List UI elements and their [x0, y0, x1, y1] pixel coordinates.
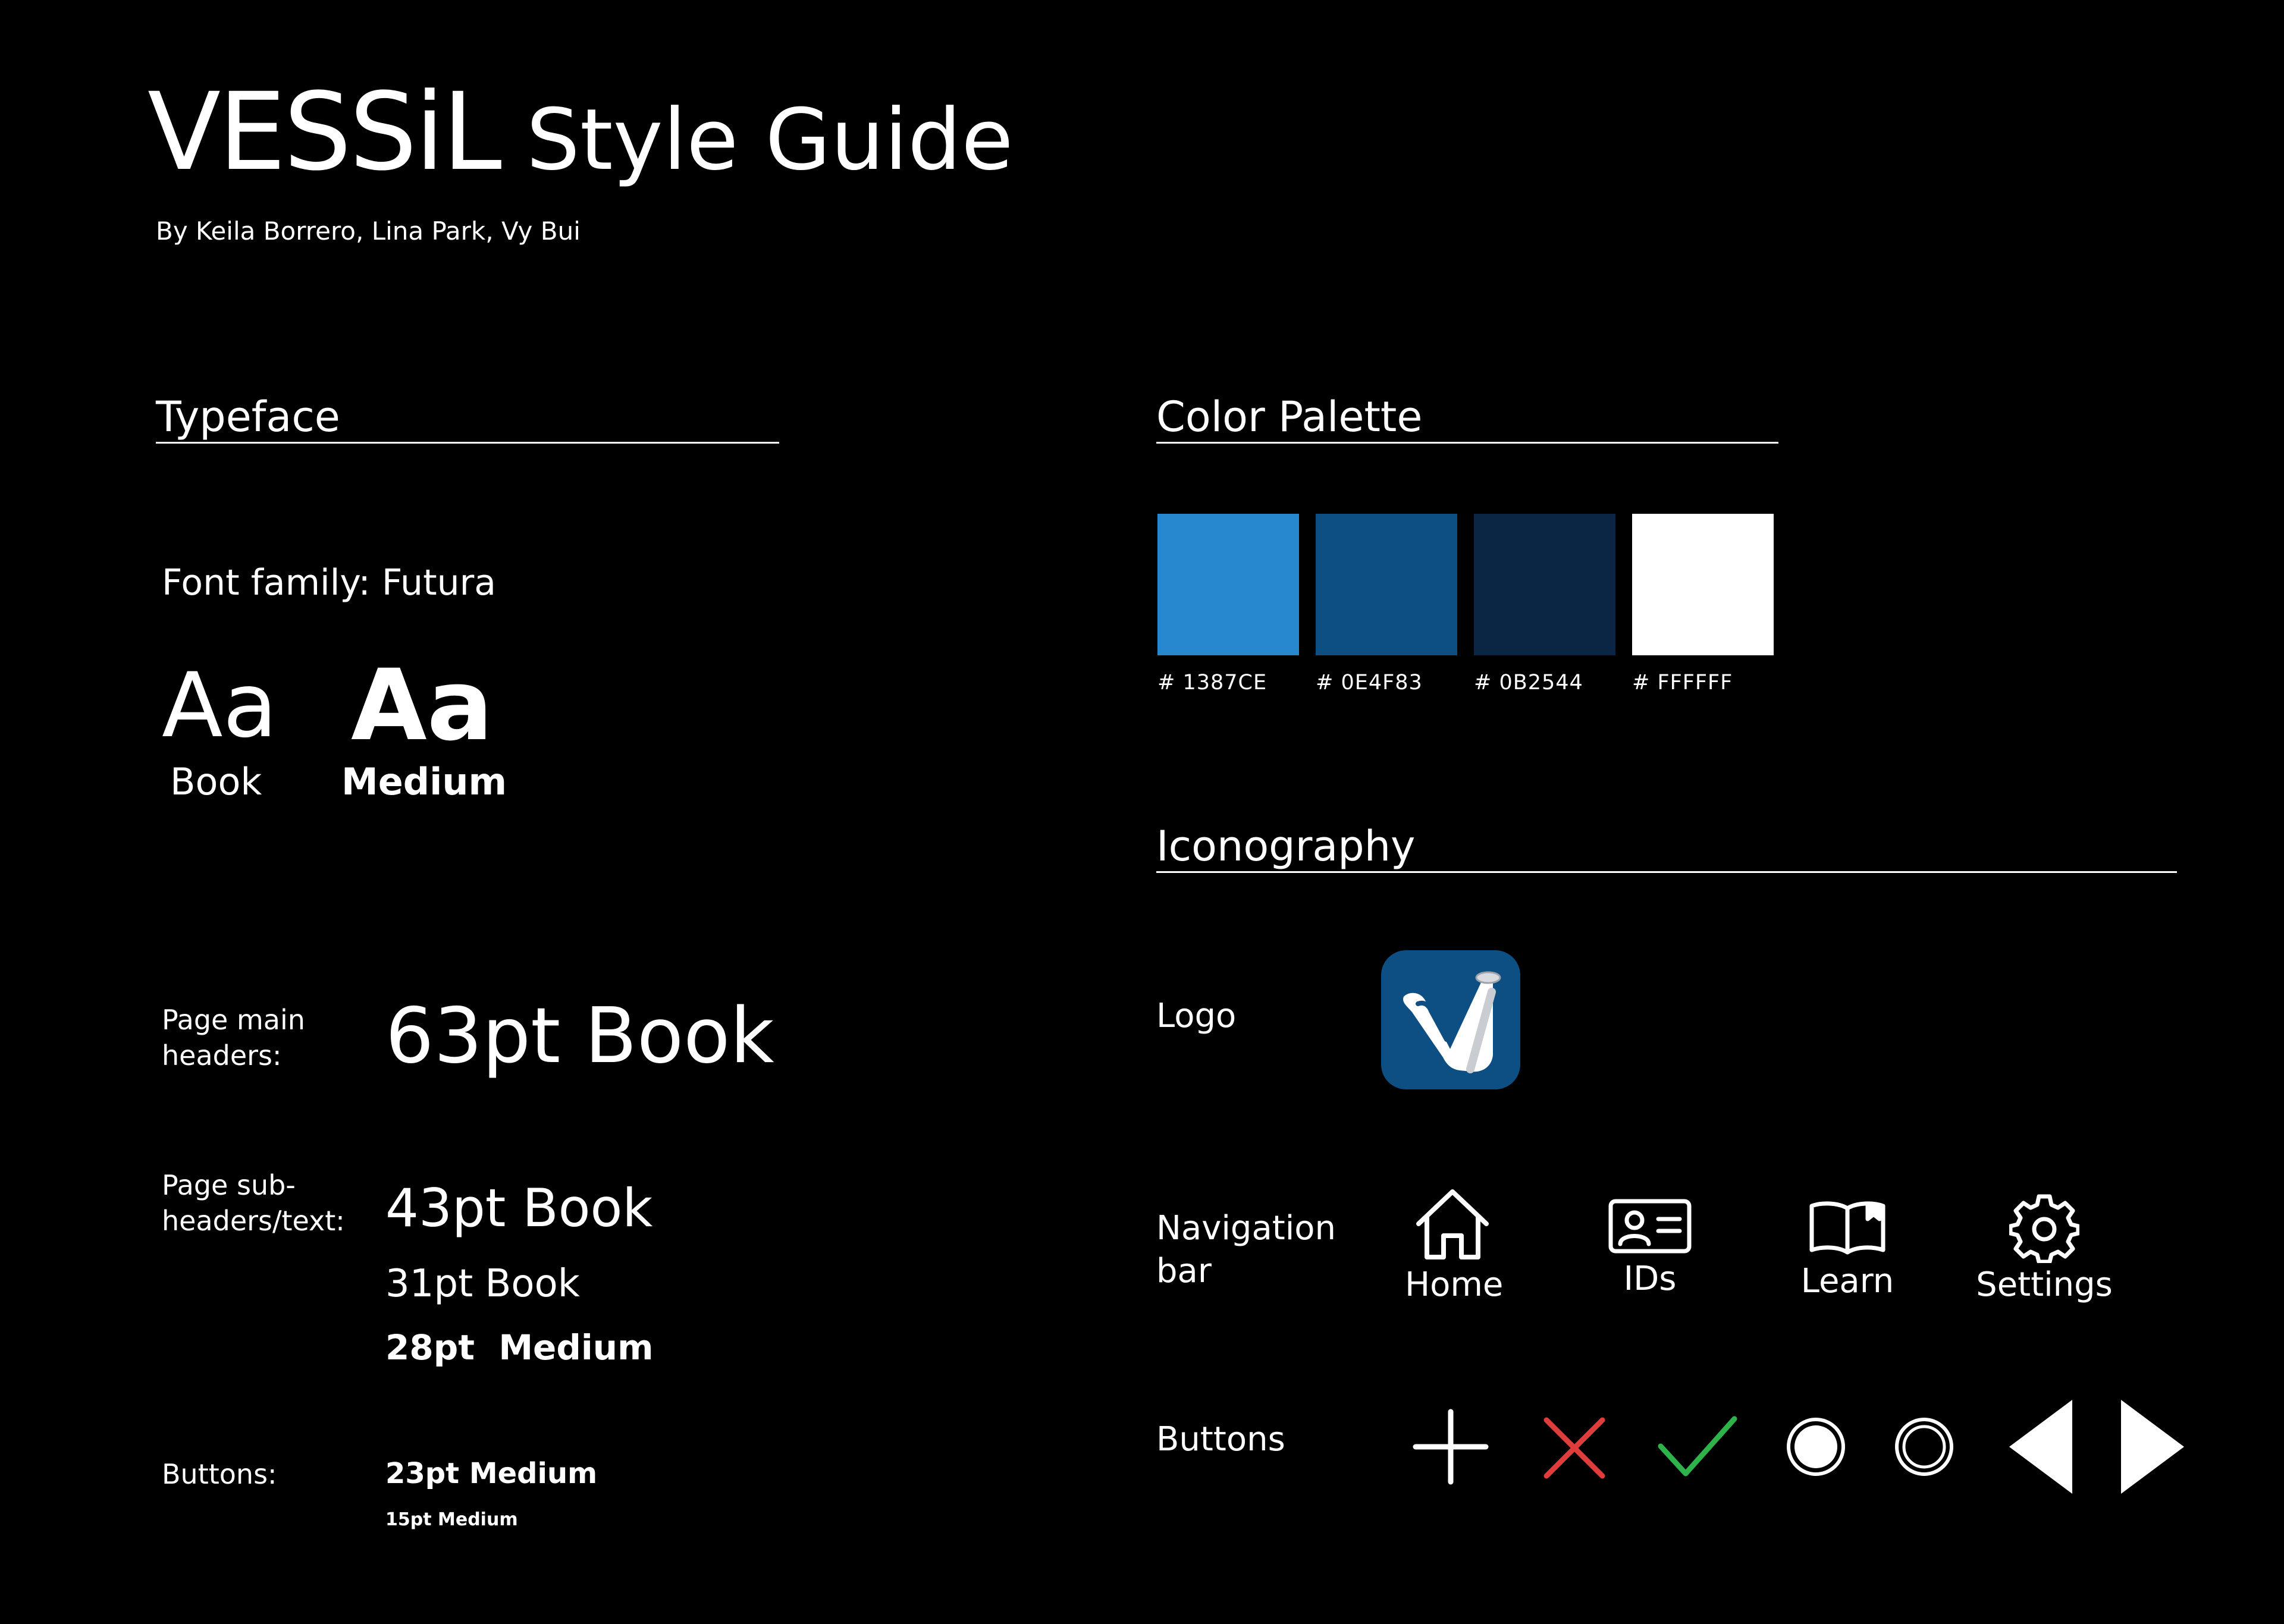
- logo-label: Logo: [1156, 997, 1237, 1035]
- nav-item-ids-label: IDs: [1623, 1259, 1677, 1298]
- swatch-label-0e4f83: # 0E4F83: [1316, 671, 1423, 695]
- sub-header-value-31: 31pt Book: [385, 1262, 580, 1306]
- sample-book-glyph: Aa: [162, 654, 278, 758]
- swatch-0e4f83: [1316, 514, 1457, 655]
- swatch-0b2544: [1474, 514, 1615, 655]
- nav-item-home[interactable]: Home: [1405, 1187, 1504, 1304]
- main-header-label-line2: headers:: [162, 1039, 282, 1072]
- swatch-label-0b2544: # 0B2544: [1474, 671, 1583, 695]
- sub-header-value-43: 43pt Book: [385, 1177, 653, 1239]
- page-title: VESSiL Style Guide: [148, 70, 1014, 194]
- sample-medium-label: Medium: [341, 760, 507, 803]
- gear-icon: [1976, 1193, 2113, 1263]
- vessil-logo-icon: [1381, 950, 1520, 1089]
- sample-medium-glyph: Aa: [351, 648, 494, 762]
- nav-label-line1: Navigation: [1156, 1209, 1336, 1248]
- byline: By Keila Borrero, Lina Park, Vy Bui: [156, 216, 581, 246]
- main-header-label: Page main headers:: [162, 1002, 305, 1073]
- id-card-icon: [1602, 1199, 1698, 1254]
- check-icon[interactable]: [1657, 1415, 1738, 1478]
- plus-icon[interactable]: [1412, 1408, 1489, 1485]
- swatch-ffffff: [1632, 514, 1774, 655]
- swatch-label-1387ce: # 1387CE: [1157, 671, 1268, 695]
- nav-item-ids[interactable]: IDs: [1602, 1199, 1698, 1298]
- color-palette-divider: [1156, 442, 1778, 444]
- typeface-divider: [156, 442, 779, 444]
- sample-book-label: Book: [170, 760, 262, 803]
- nav-label-line2: bar: [1156, 1252, 1212, 1290]
- title-suffix: Style Guide: [526, 91, 1014, 189]
- close-icon[interactable]: [1543, 1416, 1606, 1479]
- iconography-header: Iconography: [1156, 822, 1416, 871]
- nav-item-settings[interactable]: Settings: [1976, 1193, 2113, 1304]
- typeface-header: Typeface: [156, 392, 340, 441]
- swatch-1387ce: [1157, 514, 1299, 655]
- buttons-font-label: Buttons:: [162, 1458, 277, 1490]
- sub-header-label: Page sub- headers/text:: [162, 1167, 345, 1239]
- arrow-left-icon[interactable]: [2009, 1400, 2072, 1494]
- buttons-font-value-23: 23pt Medium: [385, 1457, 598, 1490]
- brand-name: VESSiL: [148, 70, 502, 194]
- radio-filled-icon[interactable]: [1786, 1416, 1846, 1477]
- iconography-divider: [1156, 871, 2177, 873]
- nav-item-settings-label: Settings: [1976, 1265, 2113, 1304]
- sub-header-label-line1: Page sub-: [162, 1169, 296, 1201]
- main-header-label-line1: Page main: [162, 1004, 305, 1036]
- buttons-label: Buttons: [1156, 1420, 1285, 1459]
- book-icon: [1800, 1199, 1895, 1256]
- home-icon: [1405, 1187, 1500, 1262]
- color-palette-header: Color Palette: [1156, 392, 1423, 441]
- swatch-label-ffffff: # FFFFFF: [1632, 671, 1733, 695]
- arrow-right-icon[interactable]: [2121, 1400, 2184, 1494]
- nav-item-home-label: Home: [1405, 1265, 1504, 1304]
- nav-item-learn[interactable]: Learn: [1800, 1199, 1895, 1301]
- radio-empty-icon[interactable]: [1894, 1416, 1954, 1477]
- buttons-font-value-15: 15pt Medium: [385, 1509, 518, 1530]
- main-header-value: 63pt Book: [385, 992, 774, 1080]
- sub-header-label-line2: headers/text:: [162, 1205, 345, 1237]
- font-family-label: Font family: Futura: [162, 562, 497, 604]
- nav-item-learn-label: Learn: [1800, 1262, 1894, 1301]
- nav-label: Navigation bar: [1156, 1207, 1336, 1293]
- sub-header-value-28: 28pt Medium: [385, 1327, 654, 1368]
